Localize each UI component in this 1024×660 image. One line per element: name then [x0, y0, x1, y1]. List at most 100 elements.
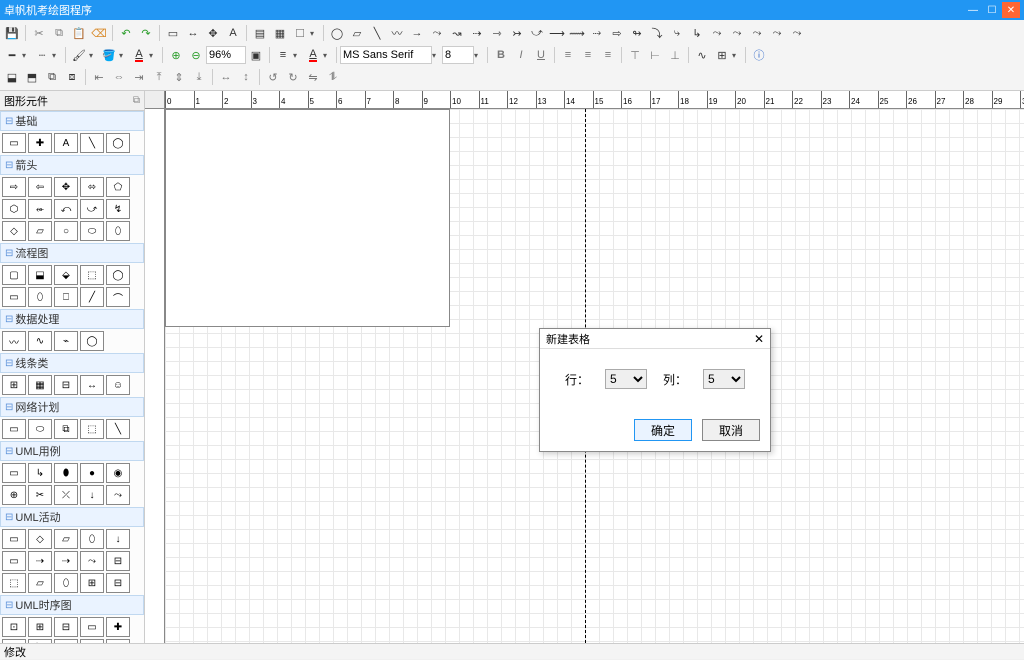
align-left-icon[interactable]: ≡ [559, 46, 577, 64]
shape-item[interactable]: A [2, 639, 26, 643]
zoom-out-icon[interactable]: ⊖ [187, 46, 205, 64]
shape-item[interactable]: ⇨ [2, 177, 26, 197]
align-b-icon[interactable]: ⤓ [190, 68, 208, 86]
dash-style-icon[interactable]: ┄ [33, 46, 51, 64]
shape-item[interactable]: ⬯ [54, 573, 78, 593]
rows-select[interactable]: 5 [605, 369, 647, 389]
grid-icon[interactable]: ▦ [271, 24, 289, 42]
valign-mid-icon[interactable]: ⊢ [646, 46, 664, 64]
shape-item[interactable]: ⇦ [106, 639, 130, 643]
arrow4-icon[interactable]: ⇢ [468, 24, 486, 42]
rect-tool-icon[interactable]: ▱ [348, 24, 366, 42]
table-icon[interactable]: ⊞ [713, 46, 731, 64]
brush-icon[interactable]: 🖌 [70, 46, 88, 64]
shape-item[interactable]: ⤫ [54, 485, 78, 505]
shape-item[interactable]: ⬓ [28, 265, 52, 285]
line-tool-icon[interactable]: ╲ [368, 24, 386, 42]
line-style-icon[interactable]: ━ [3, 46, 21, 64]
category-header[interactable]: 线条类 [0, 353, 144, 373]
shape-item[interactable]: ▭ [2, 133, 26, 153]
shape-item[interactable]: ⬭ [28, 419, 52, 439]
shape-item[interactable]: ▭ [2, 287, 26, 307]
shape-item[interactable]: ⬚ [80, 419, 104, 439]
shape-item[interactable]: ⬯ [80, 529, 104, 549]
paste-icon[interactable]: 📋 [70, 24, 88, 42]
shape-item[interactable]: ◯ [54, 639, 78, 643]
select-icon[interactable]: ▭ [164, 24, 182, 42]
shape-item[interactable]: ▱ [28, 221, 52, 241]
shape-item[interactable]: ▭ [2, 463, 26, 483]
shape-item[interactable]: ⬄ [80, 177, 104, 197]
arrow20-icon[interactable]: ⤳ [788, 24, 806, 42]
shape-item[interactable]: ⬚ [80, 265, 104, 285]
font-name-input[interactable] [340, 46, 432, 64]
text-icon[interactable]: A [224, 24, 242, 42]
rotate-left-icon[interactable]: ↺ [264, 68, 282, 86]
shape-item[interactable]: ▱ [28, 573, 52, 593]
arrow17-icon[interactable]: ⤳ [728, 24, 746, 42]
arrow16-icon[interactable]: ⤳ [708, 24, 726, 42]
arrow10-icon[interactable]: ⤑ [588, 24, 606, 42]
shape-item[interactable]: ⬠ [106, 177, 130, 197]
bring-front-icon[interactable]: ⬒ [23, 68, 41, 86]
move-icon[interactable]: ✥ [204, 24, 222, 42]
flip-v-icon[interactable]: ⥮ [324, 68, 342, 86]
shape-item[interactable]: ⬰ [28, 199, 52, 219]
shape-item[interactable]: ◯ [106, 133, 130, 153]
shape-item[interactable]: ▭ [2, 419, 26, 439]
shape-item[interactable]: ☺ [106, 375, 130, 395]
align-right-icon[interactable]: ≡ [599, 46, 617, 64]
shape-item[interactable]: ⊟ [106, 573, 130, 593]
arrow8-icon[interactable]: ⟶ [548, 24, 566, 42]
dist-h-icon[interactable]: ↔ [217, 68, 235, 86]
shape-item[interactable]: ▭ [2, 551, 26, 571]
zoom-in-icon[interactable]: ⊕ [167, 46, 185, 64]
flip-h-icon[interactable]: ⇋ [304, 68, 322, 86]
category-header[interactable]: 基础 [0, 111, 144, 131]
arrow6-icon[interactable]: ↣ [508, 24, 526, 42]
shape-item[interactable]: ╲ [106, 419, 130, 439]
save-icon[interactable]: 💾 [3, 24, 21, 42]
cancel-button[interactable]: 取消 [702, 419, 760, 441]
arrow14-icon[interactable]: ⤷ [668, 24, 686, 42]
shape-item[interactable]: ⊕ [2, 485, 26, 505]
rotate-right-icon[interactable]: ↻ [284, 68, 302, 86]
category-header[interactable]: 流程图 [0, 243, 144, 263]
font-size-input[interactable] [442, 46, 474, 64]
valign-top-icon[interactable]: ⊤ [626, 46, 644, 64]
help-icon[interactable]: ⓘ [750, 46, 768, 64]
shape-item[interactable]: ⬭ [80, 221, 104, 241]
shape-item[interactable]: ✂ [28, 485, 52, 505]
category-header[interactable]: 数据处理 [0, 309, 144, 329]
arrow13-icon[interactable]: ⤵ [648, 24, 666, 42]
shape-item[interactable]: ↓ [80, 485, 104, 505]
align-icon[interactable]: ▤ [251, 24, 269, 42]
arrow3-icon[interactable]: ↝ [448, 24, 466, 42]
category-header[interactable]: UML活动 [0, 507, 144, 527]
line-chart-icon[interactable]: ∿ [693, 46, 711, 64]
category-header[interactable]: UML时序图 [0, 595, 144, 615]
zoom-input[interactable] [206, 46, 246, 64]
shape-item[interactable]: ◇ [2, 221, 26, 241]
arrow11-icon[interactable]: ⇨ [608, 24, 626, 42]
shape-item[interactable]: ◯ [80, 331, 104, 351]
bold-icon[interactable]: B [492, 46, 510, 64]
ungroup-icon[interactable]: ⧈ [63, 68, 81, 86]
shape-item[interactable]: ⊟ [54, 375, 78, 395]
copy-icon[interactable]: ⧉ [50, 24, 68, 42]
shape-item[interactable]: ⇢ [54, 551, 78, 571]
shape-item[interactable]: ⤺ [54, 199, 78, 219]
send-back-icon[interactable]: ⬓ [3, 68, 21, 86]
shape-item[interactable]: ▦ [28, 375, 52, 395]
font-color-icon[interactable]: A [130, 46, 148, 64]
arrow7-icon[interactable]: ⤻ [528, 24, 546, 42]
align-center-icon[interactable]: ≡ [579, 46, 597, 64]
shape-item[interactable]: ⇦ [28, 177, 52, 197]
shape-item[interactable]: ● [80, 463, 104, 483]
shape-item[interactable]: ⊞ [80, 573, 104, 593]
dialog-title-bar[interactable]: 新建表格 ✕ [540, 329, 770, 349]
shape-item[interactable]: ◉ [106, 463, 130, 483]
arrow15-icon[interactable]: ↳ [688, 24, 706, 42]
window-maximize-button[interactable]: ☐ [983, 2, 1001, 18]
shape-item[interactable]: 〰 [2, 331, 26, 351]
